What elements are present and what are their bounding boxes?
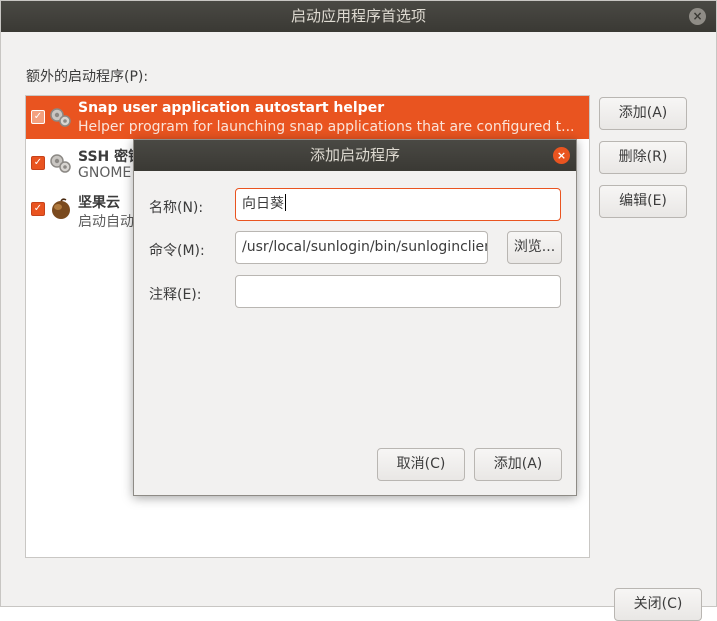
text-caret xyxy=(285,194,286,211)
dialog-title: 添加启动程序 xyxy=(309,146,400,164)
jianguoyun-icon xyxy=(52,198,70,219)
additional-startup-programs-label: 额外的启动程序(P): xyxy=(26,69,149,85)
item-description: Helper program for launching snap applic… xyxy=(78,119,575,135)
dialog-add-button[interactable]: 添加(A) xyxy=(474,448,562,481)
command-label: 命令(M): xyxy=(149,243,205,259)
enable-checkbox[interactable]: ✓ xyxy=(31,202,45,216)
cancel-button[interactable]: 取消(C) xyxy=(377,448,465,481)
command-field-value: /usr/local/sunlogin/bin/sunloginclient xyxy=(242,239,488,255)
command-field[interactable]: /usr/local/sunlogin/bin/sunloginclient xyxy=(235,231,488,264)
window-titlebar[interactable]: 启动应用程序首选项 × xyxy=(1,1,716,32)
comment-label: 注释(E): xyxy=(149,287,202,303)
gears-icon xyxy=(50,154,71,173)
item-description: GNOME xyxy=(78,165,132,181)
close-button[interactable]: 关闭(C) xyxy=(614,588,702,621)
gears-icon xyxy=(50,108,71,127)
name-field-value: 向日葵 xyxy=(242,196,284,212)
dialog-close-icon[interactable]: × xyxy=(553,147,570,164)
enable-checkbox[interactable]: ✓ xyxy=(31,110,45,124)
edit-button[interactable]: 编辑(E) xyxy=(599,185,687,218)
item-description: 启动自动 xyxy=(78,214,134,230)
name-field[interactable]: 向日葵 xyxy=(235,188,561,221)
item-name: 坚果云 xyxy=(78,195,120,211)
remove-button[interactable]: 删除(R) xyxy=(599,141,687,174)
add-button[interactable]: 添加(A) xyxy=(599,97,687,130)
window-title: 启动应用程序首选项 xyxy=(290,7,426,25)
enable-checkbox[interactable]: ✓ xyxy=(31,156,45,170)
browse-button[interactable]: 浏览... xyxy=(507,231,562,264)
list-item-snap-helper[interactable]: ✓ Snap user application autostart helper… xyxy=(26,96,589,139)
comment-field[interactable] xyxy=(235,275,561,308)
item-name: Snap user application autostart helper xyxy=(78,100,385,116)
window-close-icon[interactable]: × xyxy=(689,8,706,25)
add-startup-program-dialog: 添加启动程序 × 名称(N): 向日葵 命令(M): /usr/local/su… xyxy=(133,139,577,496)
dialog-titlebar[interactable]: 添加启动程序 × xyxy=(134,140,576,171)
name-label: 名称(N): xyxy=(149,200,204,216)
